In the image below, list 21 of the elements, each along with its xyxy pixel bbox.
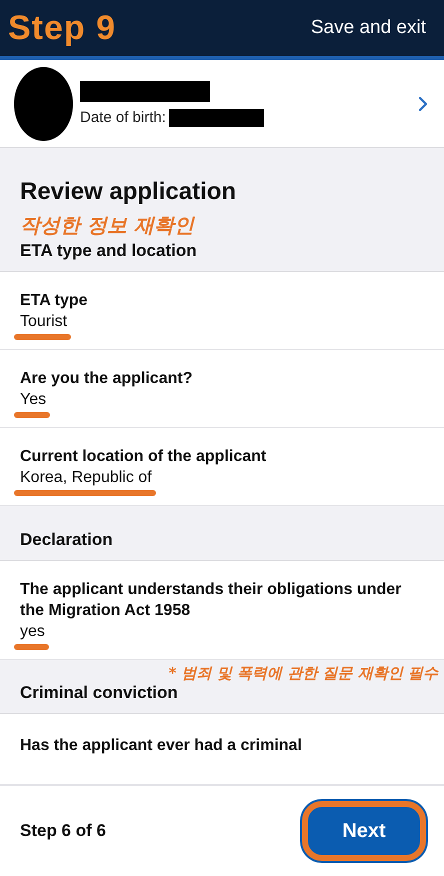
section-heading: ETA type and location (20, 241, 198, 261)
answer-value: Yes (20, 390, 46, 410)
answer-value: yes (20, 622, 45, 642)
page-title: Review application (20, 178, 238, 206)
step-annotation: Step 9 (8, 8, 116, 48)
date-of-birth-label: Date of birth: (80, 109, 166, 126)
korean-annotation: * 범죄 및 폭력에 관한 질문 재확인 필수 (168, 664, 440, 683)
chevron-right-icon[interactable] (418, 96, 428, 112)
korean-annotation: 작성한 정보 재확인 (20, 212, 196, 239)
question-label: Has the applicant ever had a criminal (20, 736, 303, 756)
answer-value: Korea, Republic of (20, 468, 152, 488)
profile-card[interactable]: Date of birth: (0, 60, 444, 148)
next-button[interactable]: Next (302, 801, 426, 861)
answer-value: Tourist (20, 312, 68, 332)
section-heading: Criminal conviction (20, 683, 179, 703)
step-counter: Step 6 of 6 (20, 821, 106, 841)
question-label: ETA type (20, 291, 89, 311)
question-label: Current location of the applicant (20, 447, 268, 467)
question-label: Are you the applicant? (20, 369, 194, 389)
save-and-exit-link[interactable]: Save and exit (310, 17, 426, 39)
section-heading: Declaration (20, 530, 114, 550)
